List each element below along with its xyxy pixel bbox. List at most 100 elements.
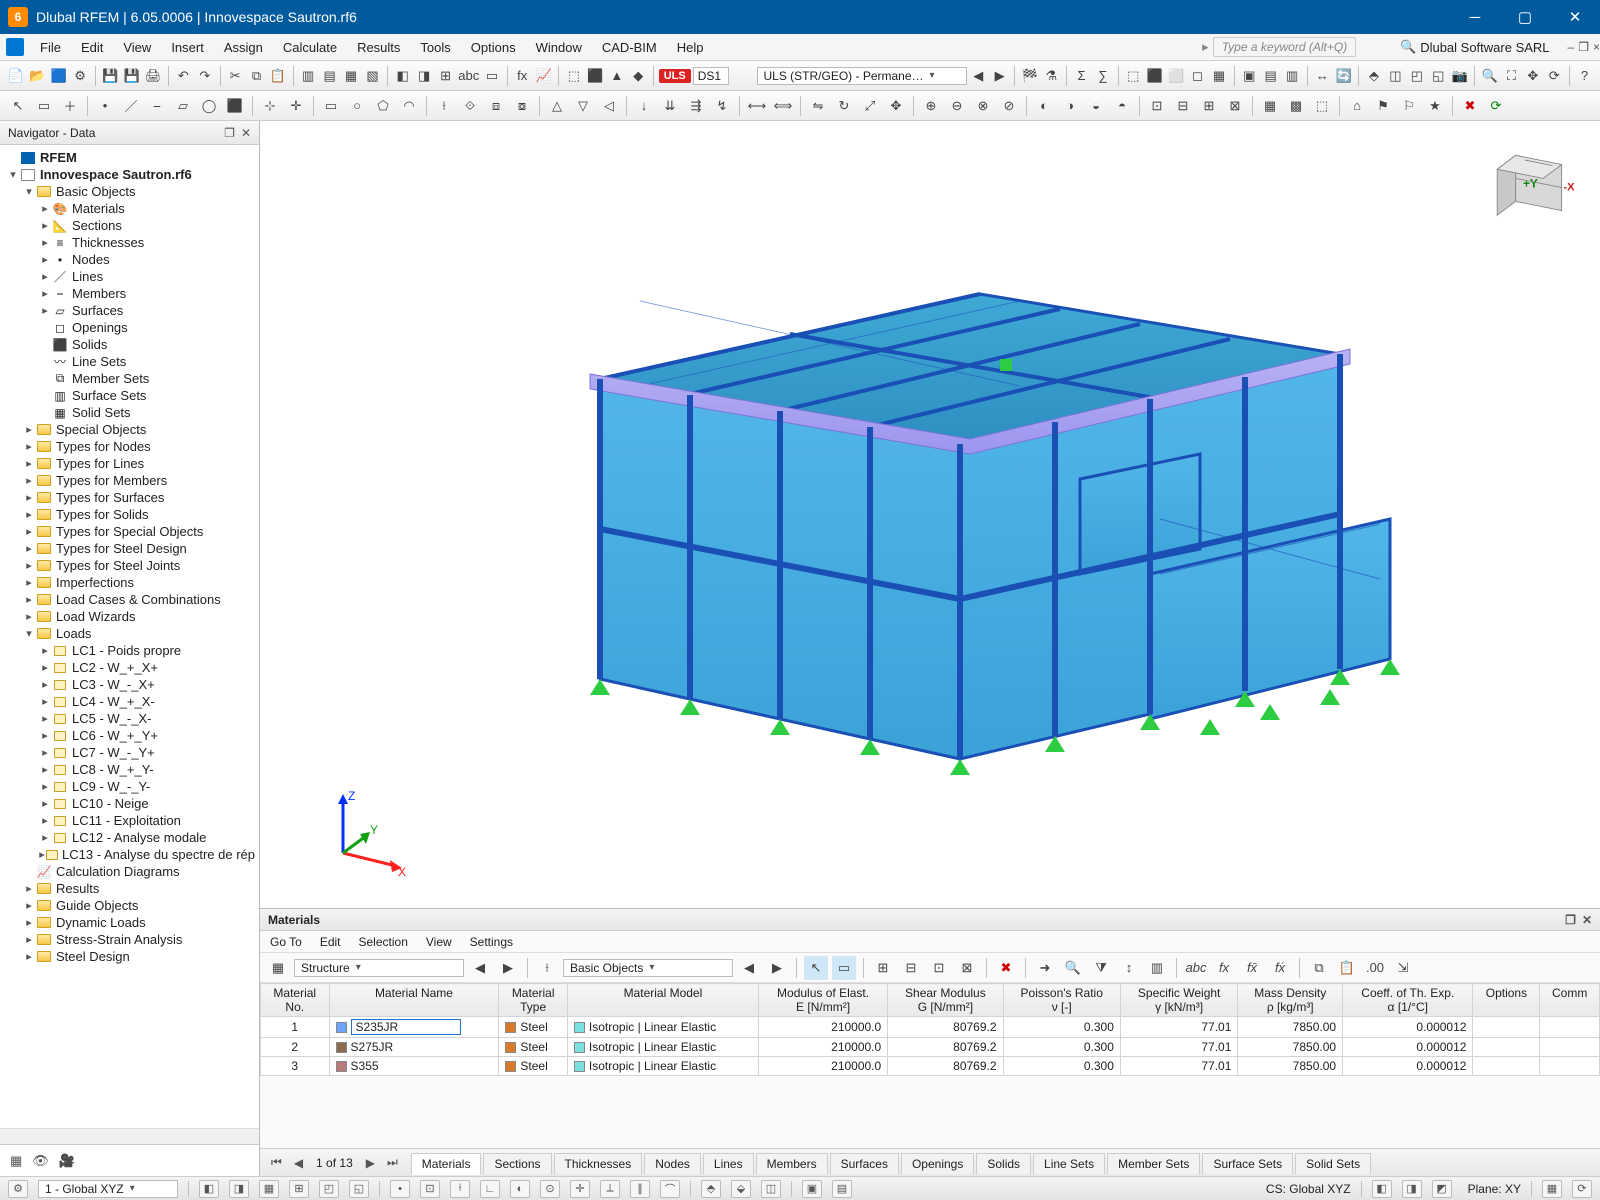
col-header[interactable]: Material Name — [329, 984, 499, 1017]
sb-snap6-icon[interactable]: ⊙ — [540, 1180, 560, 1198]
sb-snap2-icon[interactable]: ⊡ — [420, 1180, 440, 1198]
sb-snap5-icon[interactable]: ◐ — [510, 1180, 530, 1198]
table-row[interactable]: 2S275JRSteelIsotropic | Linear Elastic21… — [261, 1038, 1600, 1057]
cube2-icon[interactable]: ⬛ — [586, 64, 605, 88]
mat-close-icon[interactable]: ✕ — [1582, 913, 1592, 927]
col-header[interactable]: Poisson's Ratioν [-] — [1003, 984, 1120, 1017]
misc4-icon[interactable]: ◓ — [1110, 94, 1134, 118]
menu-tools[interactable]: Tools — [410, 36, 460, 59]
tab-lines[interactable]: Lines — [703, 1153, 754, 1174]
mat-filter-icon[interactable]: ⧩ — [1089, 956, 1113, 980]
tool-a-icon[interactable]: ◧ — [393, 64, 412, 88]
tool-b-icon[interactable]: ◨ — [414, 64, 433, 88]
maximize-button[interactable]: ▢ — [1500, 0, 1550, 34]
display1-icon[interactable]: ▦ — [1258, 94, 1282, 118]
tab-line-sets[interactable]: Line Sets — [1033, 1153, 1105, 1174]
sb-plane1-icon[interactable]: ◧ — [1372, 1180, 1392, 1198]
mat-del-icon[interactable]: ✖ — [994, 956, 1018, 980]
rotate-icon[interactable]: ↻ — [832, 94, 856, 118]
mat-go-icon[interactable]: ➜ — [1033, 956, 1057, 980]
mat-float-icon[interactable]: ❐ — [1565, 913, 1576, 927]
materials-structure-combo[interactable]: Structure▾ — [294, 959, 464, 977]
table-row[interactable]: 3S355SteelIsotropic | Linear Elastic2100… — [261, 1057, 1600, 1076]
mdi-close-button[interactable]: × — [1593, 40, 1600, 54]
filter-icon[interactable]: ⚗ — [1042, 64, 1061, 88]
mat-fx2-icon[interactable]: fx̄ — [1240, 956, 1264, 980]
sb-snap4-icon[interactable]: ∟ — [480, 1180, 500, 1198]
status-cs-combo[interactable]: 1 - Global XYZ▾ — [38, 1180, 178, 1198]
sb-plane3-icon[interactable]: ◩ — [1432, 1180, 1452, 1198]
nav-filter-icon[interactable]: ▦ — [10, 1153, 22, 1169]
refresh-icon[interactable]: ⟳ — [1484, 94, 1508, 118]
menu-assign[interactable]: Assign — [214, 36, 273, 59]
misc2-icon[interactable]: ◑ — [1058, 94, 1082, 118]
undo-icon[interactable]: ↶ — [174, 64, 193, 88]
tree-thicknesses[interactable]: ▸≡Thicknesses — [0, 234, 259, 251]
materials-table[interactable]: MaterialNo.Material NameMaterialTypeMate… — [260, 983, 1600, 1148]
mat-t1-icon[interactable]: ⊞ — [871, 956, 895, 980]
mod4-icon[interactable]: ⧇ — [510, 94, 534, 118]
tree-line-sets[interactable]: 〰Line Sets — [0, 353, 259, 370]
tree-load-wizards[interactable]: ▸Load Wizards — [0, 608, 259, 625]
gear-icon[interactable]: ⚙ — [70, 64, 89, 88]
tree-lc12[interactable]: ▸LC12 - Analyse modale — [0, 829, 259, 846]
panel4-icon[interactable]: ▧ — [363, 64, 382, 88]
calc1-icon[interactable]: Σ — [1072, 64, 1091, 88]
tree-solids[interactable]: ⬛Solids — [0, 336, 259, 353]
cs-icon[interactable]: ⊹ — [258, 94, 282, 118]
new-icon[interactable]: 📄 — [6, 64, 25, 88]
mat-copy-icon[interactable]: ⧉ — [1307, 956, 1331, 980]
mat-menu-view[interactable]: View — [426, 935, 452, 949]
sb-snap9-icon[interactable]: ∥ — [630, 1180, 650, 1198]
view-grid-icon[interactable]: ▦ — [1209, 64, 1228, 88]
tree-calculation-diagrams[interactable]: 📈Calculation Diagrams — [0, 863, 259, 880]
sb-snap3-icon[interactable]: ⟊ — [450, 1180, 470, 1198]
tree-steel-design[interactable]: ▸Steel Design — [0, 948, 259, 965]
misc1-icon[interactable]: ◐ — [1032, 94, 1056, 118]
tree-lc7[interactable]: ▸LC7 - W_-_Y+ — [0, 744, 259, 761]
tree-load-cases-combinations[interactable]: ▸Load Cases & Combinations — [0, 591, 259, 608]
menu-view[interactable]: View — [113, 36, 161, 59]
tree-materials[interactable]: ▸🎨Materials — [0, 200, 259, 217]
3d-viewport[interactable]: Z X Y +Y -X — [260, 121, 1600, 908]
sb-iso3-icon[interactable]: ◫ — [761, 1180, 781, 1198]
load4-icon[interactable]: ↯ — [710, 94, 734, 118]
tree-lc13[interactable]: ▸LC13 - Analyse du spectre de rép — [0, 846, 259, 863]
tree-lc11[interactable]: ▸LC11 - Exploitation — [0, 812, 259, 829]
sup2-icon[interactable]: ▽ — [571, 94, 595, 118]
tree-types-for-special-objects[interactable]: ▸Types for Special Objects — [0, 523, 259, 540]
ortho-icon[interactable]: ◰ — [1407, 64, 1426, 88]
panel2-icon[interactable]: ▤ — [320, 64, 339, 88]
view-trans-icon[interactable]: ◻ — [1188, 64, 1207, 88]
tree-openings[interactable]: ◻Openings — [0, 319, 259, 336]
view-solid-icon[interactable]: ⬜ — [1166, 64, 1185, 88]
status-config-icon[interactable]: ⚙ — [8, 1180, 28, 1198]
ex1-icon[interactable]: ⊕ — [919, 94, 943, 118]
menu-edit[interactable]: Edit — [71, 36, 113, 59]
mat-t2-icon[interactable]: ⊟ — [899, 956, 923, 980]
rect-icon[interactable]: ▭ — [319, 94, 343, 118]
chart-icon[interactable]: 📈 — [534, 64, 553, 88]
menu-results[interactable]: Results — [347, 36, 410, 59]
node-icon[interactable]: • — [93, 94, 117, 118]
menu-help[interactable]: Help — [667, 36, 714, 59]
snap2-icon[interactable]: ⊟ — [1171, 94, 1195, 118]
mat-obj-icon[interactable]: ⟊ — [535, 956, 559, 980]
mat-t4-icon[interactable]: ⊠ — [955, 956, 979, 980]
sb-snap10-icon[interactable]: ⌒ — [660, 1180, 680, 1198]
dim2-icon[interactable]: ⟺ — [771, 94, 795, 118]
misc3-icon[interactable]: ◒ — [1084, 94, 1108, 118]
keyword-go-icon[interactable]: 🔍 — [1396, 35, 1420, 59]
zoom-icon[interactable]: 🔍 — [1480, 64, 1499, 88]
page-first-icon[interactable]: ⏮ — [266, 1155, 287, 1170]
view-shade-icon[interactable]: ⬛ — [1145, 64, 1164, 88]
tree-imperfections[interactable]: ▸Imperfections — [0, 574, 259, 591]
tab-openings[interactable]: Openings — [901, 1153, 974, 1174]
tree-basic-objects[interactable]: ▾Basic Objects — [0, 183, 259, 200]
tree-lines[interactable]: ▸／Lines — [0, 268, 259, 285]
flag-icon[interactable]: 🏁 — [1020, 64, 1039, 88]
block-icon[interactable]: 🟦 — [49, 64, 68, 88]
open-icon[interactable]: 📂 — [27, 64, 46, 88]
cube1-icon[interactable]: ⬚ — [564, 64, 583, 88]
tree-lc6[interactable]: ▸LC6 - W_+_Y+ — [0, 727, 259, 744]
